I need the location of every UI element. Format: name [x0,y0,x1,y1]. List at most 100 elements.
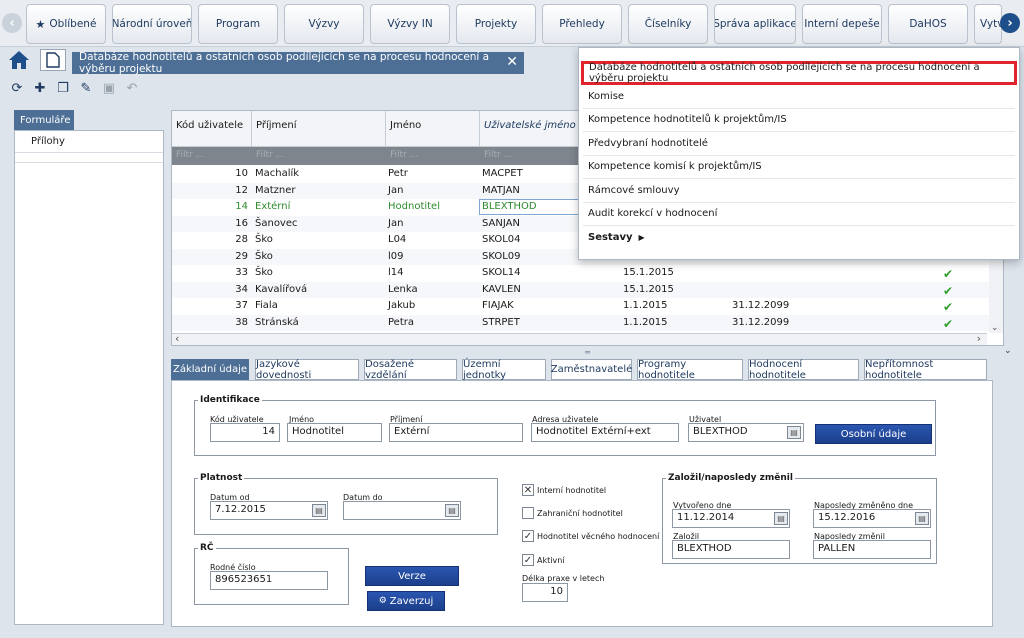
aktivni-checkbox[interactable]: ✓ [522,554,534,566]
nav-tab-dahos[interactable]: DaHOS [888,4,968,44]
tab-nepritomnost-hodnotitele[interactable]: Nepřítomnost hodnotitele [864,359,987,381]
new-record-icon[interactable]: ✚ [31,79,49,97]
home-icon[interactable] [8,50,30,70]
dropdown-menu: Databáze hodnotitelů a ostatních osob po… [578,47,1020,260]
calendar-icon[interactable]: ▤ [774,512,788,525]
table-row[interactable]: 38 Stránská Petra STRPET 1.1.2015 31.12.2099 ✔ [172,314,1003,331]
datum-do-field[interactable] [343,501,461,520]
splitter-handle[interactable]: ═ [171,348,1004,357]
menu-item-kompetence-hodnotitelu[interactable]: Kompetence hodnotitelů k projektům/IS [583,108,1015,132]
undo-icon[interactable]: ↶ [123,79,141,97]
column-header-kod[interactable]: Kód uživatele [172,111,252,146]
nav-scroll-left-icon[interactable]: ‹ [2,13,22,33]
page-tab[interactable]: Databáze hodnotitelů a ostatních osob po… [72,51,524,75]
nav-tab-vyzvy-in[interactable]: Výzvy IN [370,4,450,44]
jmeno-field[interactable]: Hodnotitel [287,423,382,442]
filter-input-uzivatelske-jmeno[interactable]: Filtr ... [484,150,512,160]
scroll-left-icon[interactable]: ‹ [175,332,179,345]
document-icon[interactable] [40,49,66,71]
table-cell-kod: 29 [235,250,248,262]
table-cell-kod: 14 [235,201,248,212]
table-cell-kod: 37 [235,300,248,311]
selected-cell-outline [479,199,581,215]
edit-record-icon[interactable]: ✎ [77,79,95,97]
delka-praxe-field[interactable]: 10 [522,583,568,602]
lookup-icon[interactable]: ▤ [787,426,801,439]
menu-item-predvybrani-hodnotitele[interactable]: Předvybraní hodnotitelé [583,132,1015,156]
nav-tab-oblibene[interactable]: ★ Oblíbené [26,4,106,44]
filter-input-kod[interactable]: Filtr ... [176,150,204,160]
column-header-prijmeni[interactable]: Příjmení [252,111,386,146]
zmeneno-field[interactable]: 15.12.2016 [813,509,931,528]
menu-item-kompetence-komisi[interactable]: Kompetence komisí k projektům/IS [583,155,1015,179]
nav-tab-vytv[interactable]: Vytv [974,4,1002,44]
menu-item-databaze-hodnotitelu[interactable]: Databáze hodnotitelů a ostatních osob po… [581,61,1017,85]
tab-jazykove-dovednosti[interactable]: Jazykové dovednosti [255,359,359,381]
tab-hodnoceni-hodnotitele[interactable]: Hodnocení hodnotitele [748,359,859,381]
verze-button[interactable]: Verze [365,566,459,586]
vytvoreno-field[interactable]: 11.12.2014 [672,509,790,528]
menu-item-ramcove-smlouvy[interactable]: Rámcové smlouvy [583,179,1015,203]
table-cell-check: ✔ [943,300,954,314]
forms-tab[interactable]: Formuláře [14,110,74,130]
nav-tab-prehledy[interactable]: Přehledy [542,4,622,44]
table-cell-jmeno: Lenka [388,283,418,295]
table-row[interactable]: 33 Ško l14 SKOL14 15.1.2015 ✔ [172,265,1003,282]
rodne-cislo-field[interactable]: 896523651 [210,571,328,590]
table-row[interactable]: 37 Fiala Jakub FIAJAK 1.1.2015 31.12.2099 ✔ [172,298,1003,315]
forms-item-prilohy[interactable]: Přílohy [15,131,163,153]
tab-programy-hodnotitele[interactable]: Programy hodnotitele [637,359,743,381]
zmenil-field[interactable]: PALLEN [813,540,931,559]
tab-zakladni-udaje[interactable]: Základní údaje [171,359,249,380]
nav-tab-vyzvy[interactable]: Výzvy [284,4,364,44]
filter-input-jmeno[interactable]: Filtr ... [390,150,418,160]
copy-record-icon[interactable]: ❐ [54,79,72,97]
nav-scroll-right-icon[interactable]: › [1000,13,1020,33]
prijmeni-field[interactable]: Extérní [389,423,523,442]
table-cell-prijmeni: Stránská [255,316,299,328]
vecny-hodnotitel-checkbox[interactable]: ✓ [522,530,534,542]
scroll-down-icon[interactable]: ⌄ [991,323,999,333]
collapse-grid-icon[interactable]: ⌄ [1004,346,1012,356]
horizontal-scrollbar[interactable]: ‹ › [172,332,987,345]
table-cell-prijmeni: Machalík [255,168,300,179]
table-cell-user: FIAJAK [482,300,514,311]
table-cell-kod: 38 [235,316,248,328]
save-icon[interactable]: ▣ [100,79,118,97]
zahranicni-hodnotitel-checkbox[interactable] [522,507,534,519]
menu-item-sestavy[interactable]: Sestavy ▶ [583,226,1015,250]
nav-tab-projekty[interactable]: Projekty [456,4,536,44]
nav-tab-sprava-aplikace[interactable]: Správa aplikace [714,4,796,44]
calendar-icon[interactable]: ▤ [915,512,929,525]
table-cell-prijmeni: Extérní [255,201,291,212]
refresh-icon[interactable]: ⟳ [8,79,26,97]
tab-uzemni-jednotky[interactable]: Územní jednotky [462,359,546,381]
nav-tab-narodni-uroven[interactable]: Národní úroveň [112,4,192,44]
table-cell-od: 1.1.2015 [623,316,668,328]
interni-hodnotitel-checkbox[interactable]: ✕ [522,484,534,496]
calendar-icon[interactable]: ▤ [445,504,459,517]
menu-item-komise[interactable]: Komise [583,85,1015,109]
close-icon[interactable]: ✕ [506,54,518,70]
nav-tab-interni-depese[interactable]: Interní depeše [802,4,882,44]
nav-tab-ciselniky[interactable]: Číselníky [628,4,708,44]
kod-field[interactable]: 14 [210,423,280,442]
adresa-field[interactable]: Hodnotitel Extérní+ext [531,423,679,442]
table-row[interactable]: 34 Kavalířová Lenka KAVLEN 15.1.2015 ✔ [172,281,1003,298]
tab-dosazene-vzdelani[interactable]: Dosažené vzdělání [364,359,457,381]
column-header-jmeno[interactable]: Jméno [386,111,480,146]
osobni-udaje-button[interactable]: Osobní údaje [815,424,932,444]
scroll-right-icon[interactable]: › [977,332,981,345]
table-cell-kod: 28 [235,234,248,245]
tab-zamestnavatele[interactable]: Zaměstnavatelé [551,359,632,380]
zaverzuj-button[interactable]: ⚙ Zaverzuj [367,591,445,611]
nav-tab-program[interactable]: Program [198,4,278,44]
filter-input-prijmeni[interactable]: Filtr ... [256,150,284,160]
datum-od-field[interactable]: 7.12.2015 [210,501,328,520]
zalozil-field[interactable]: BLEXTHOD [672,540,790,559]
table-cell-jmeno: l09 [388,250,404,262]
menu-item-audit-korekci[interactable]: Audit korekcí v hodnocení [583,202,1015,226]
table-cell-jmeno: Jakub [388,300,416,311]
calendar-icon[interactable]: ▤ [312,504,326,517]
table-cell-prijmeni: Kavalířová [255,283,308,295]
